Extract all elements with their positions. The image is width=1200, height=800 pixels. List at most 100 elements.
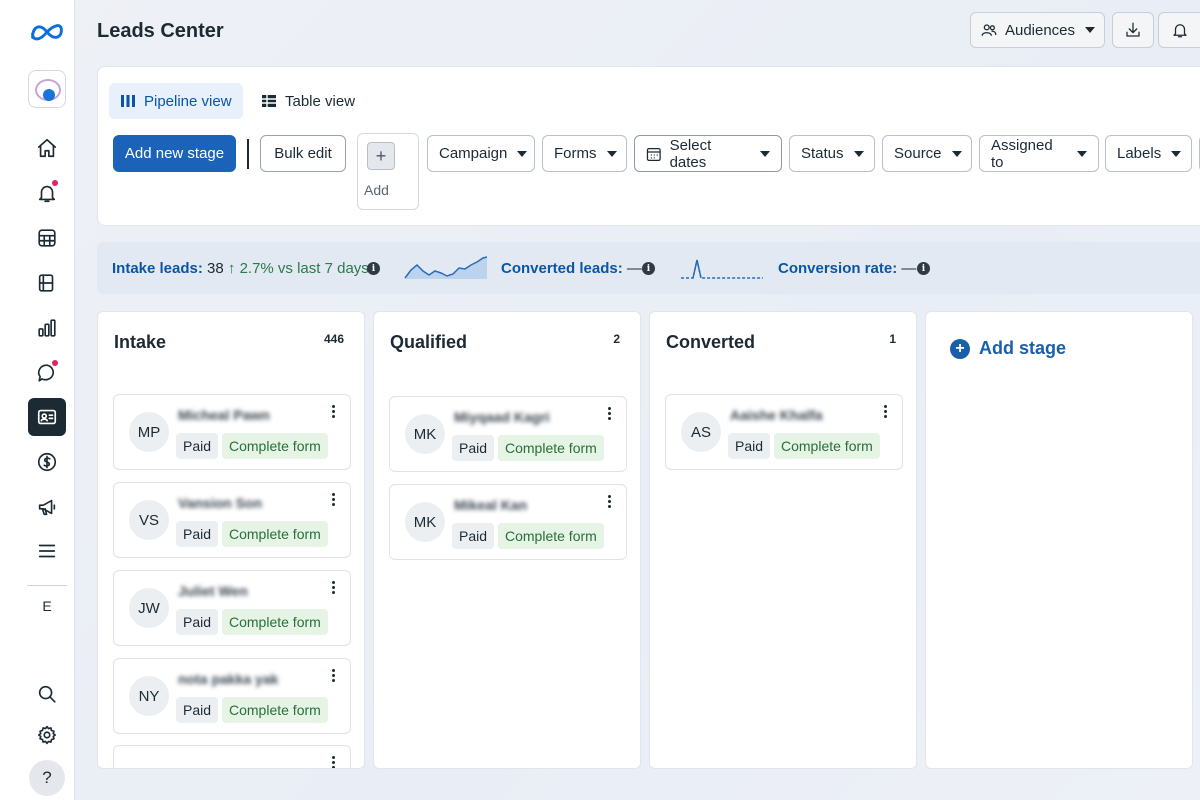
ads-megaphone-icon[interactable] bbox=[28, 488, 66, 526]
lead-card[interactable]: MP Micheal Pawn Paid Complete form bbox=[113, 394, 351, 470]
leads-center-contact-card-icon[interactable] bbox=[28, 398, 66, 436]
pages-stack-icon[interactable] bbox=[28, 264, 66, 302]
help-icon[interactable]: ? bbox=[29, 760, 65, 796]
source-tag: Paid bbox=[176, 609, 219, 635]
notifications-button[interactable] bbox=[1158, 12, 1200, 48]
stage-count: 1 bbox=[889, 332, 896, 346]
source-filter-label: Source bbox=[894, 145, 942, 162]
converted-leads-stat: Converted leads: — bbox=[501, 260, 642, 277]
source-tag: Paid bbox=[176, 697, 219, 723]
form-status-tag: Complete form bbox=[498, 435, 604, 461]
calendar-grid-icon[interactable] bbox=[28, 219, 66, 257]
download-icon bbox=[1126, 22, 1140, 37]
info-icon[interactable]: i bbox=[642, 262, 655, 275]
form-status-tag: Complete form bbox=[498, 523, 604, 549]
lead-name: Aaishe Khalfa bbox=[730, 407, 823, 423]
lead-avatar: JW bbox=[129, 588, 169, 628]
form-status-tag: Complete form bbox=[222, 609, 328, 635]
more-options-icon[interactable] bbox=[330, 579, 336, 596]
business-avatar[interactable] bbox=[28, 70, 66, 108]
stage-column-intake: Intake 446 MP Micheal Pawn Paid Complete… bbox=[97, 311, 365, 769]
campaign-filter[interactable]: Campaign bbox=[427, 135, 535, 172]
labels-filter-label: Labels bbox=[1117, 145, 1162, 162]
workspace-initial[interactable]: E bbox=[28, 598, 66, 614]
lead-card-partial[interactable] bbox=[113, 745, 351, 768]
select-dates-filter[interactable]: Select dates bbox=[634, 135, 782, 172]
home-icon[interactable] bbox=[28, 129, 66, 167]
lead-card[interactable]: AS Aaishe Khalfa Paid Complete form bbox=[665, 394, 903, 470]
download-button[interactable] bbox=[1112, 12, 1154, 48]
tab-table-label: Table view bbox=[285, 92, 356, 110]
lead-name: Mikeal Kan bbox=[454, 497, 528, 513]
intake-leads-stat: Intake leads: 38 ↑ 2.7% vs last 7 days bbox=[112, 260, 369, 277]
add-label: Add bbox=[364, 182, 389, 198]
add-filter-box[interactable]: + Add bbox=[357, 133, 419, 210]
more-options-icon[interactable] bbox=[330, 403, 336, 420]
campaign-filter-label: Campaign bbox=[439, 145, 508, 162]
more-options-icon[interactable] bbox=[330, 491, 336, 508]
lead-card[interactable]: MK Miyqaad Kagri Paid Complete form bbox=[389, 396, 627, 472]
more-options-icon[interactable] bbox=[330, 754, 336, 768]
more-options-icon[interactable] bbox=[606, 405, 612, 422]
source-filter[interactable]: Source bbox=[882, 135, 972, 172]
toolbar-panel: Pipeline view Table view Add new stage B… bbox=[97, 66, 1200, 226]
stage-column-qualified: Qualified 2 MK Miyqaad Kagri Paid Comple… bbox=[373, 311, 641, 769]
lead-avatar: MK bbox=[405, 414, 445, 454]
tab-table-view[interactable]: Table view bbox=[250, 83, 366, 119]
notifications-bell-icon[interactable] bbox=[28, 174, 66, 212]
add-plus-icon[interactable]: + bbox=[367, 142, 395, 170]
stage-column-converted: Converted 1 AS Aaishe Khalfa Paid Comple… bbox=[649, 311, 917, 769]
lead-card[interactable]: VS Vansion Son Paid Complete form bbox=[113, 482, 351, 558]
bell-icon bbox=[1172, 24, 1187, 38]
labels-filter[interactable]: Labels bbox=[1105, 135, 1192, 172]
forms-filter[interactable]: Forms bbox=[542, 135, 627, 172]
lead-card[interactable]: NY nota pakka yak Paid Complete form bbox=[113, 658, 351, 734]
search-icon[interactable] bbox=[28, 675, 66, 713]
lead-name: Vansion Son bbox=[178, 495, 263, 511]
insights-bar-chart-icon[interactable] bbox=[28, 309, 66, 347]
select-dates-label: Select dates bbox=[669, 136, 712, 171]
form-status-tag: Complete form bbox=[774, 433, 880, 459]
converted-leads-label: Converted leads: bbox=[501, 260, 623, 277]
more-options-icon[interactable] bbox=[330, 667, 336, 684]
audiences-dropdown[interactable]: Audiences bbox=[970, 12, 1105, 48]
add-stage-button[interactable]: + Add stage bbox=[950, 338, 1066, 359]
lead-stats-bar: Intake leads: 38 ↑ 2.7% vs last 7 days i… bbox=[97, 242, 1200, 294]
lead-name: Micheal Pawn bbox=[178, 407, 270, 423]
status-filter[interactable]: Status bbox=[789, 135, 875, 172]
lead-name: Juliet Wen bbox=[178, 583, 248, 599]
assigned-to-filter[interactable]: Assigned to bbox=[979, 135, 1099, 172]
conversion-rate-label: Conversion rate: bbox=[778, 260, 898, 277]
source-tag: Paid bbox=[176, 433, 219, 459]
stage-title: Qualified bbox=[390, 332, 468, 352]
info-icon[interactable]: i bbox=[917, 262, 930, 275]
add-circle-icon: + bbox=[950, 338, 970, 359]
stage-count: 2 bbox=[613, 332, 620, 346]
lead-avatar: MP bbox=[129, 412, 169, 452]
monetization-dollar-icon[interactable] bbox=[28, 443, 66, 481]
tab-pipeline-view[interactable]: Pipeline view bbox=[109, 83, 243, 119]
lead-card[interactable]: MK Mikeal Kan Paid Complete form bbox=[389, 484, 627, 560]
messages-bubble-icon[interactable] bbox=[28, 354, 66, 392]
settings-gear-icon[interactable] bbox=[28, 716, 66, 754]
chevron-down-icon bbox=[760, 150, 770, 157]
chevron-down-icon bbox=[1077, 150, 1087, 157]
form-status-tag: Complete form bbox=[222, 697, 328, 723]
chevron-down-icon bbox=[853, 150, 864, 157]
stage-title: Converted bbox=[666, 332, 756, 352]
more-options-icon[interactable] bbox=[606, 493, 612, 510]
stage-title: Intake bbox=[114, 332, 167, 352]
info-icon[interactable]: i bbox=[367, 262, 380, 275]
status-filter-label: Status bbox=[801, 145, 844, 162]
assigned-to-label: Assigned to bbox=[991, 136, 1053, 171]
meta-logo-icon[interactable] bbox=[26, 13, 68, 51]
source-tag: Paid bbox=[728, 433, 771, 459]
add-new-stage-button[interactable]: Add new stage bbox=[113, 135, 236, 172]
add-stage-label: Add stage bbox=[979, 338, 1067, 358]
page-title: Leads Center bbox=[97, 20, 224, 42]
more-options-icon[interactable] bbox=[882, 403, 888, 420]
lead-card[interactable]: JW Juliet Wen Paid Complete form bbox=[113, 570, 351, 646]
all-tools-menu-icon[interactable] bbox=[28, 532, 66, 570]
rail-divider bbox=[27, 585, 67, 586]
bulk-edit-button[interactable]: Bulk edit bbox=[260, 135, 346, 172]
